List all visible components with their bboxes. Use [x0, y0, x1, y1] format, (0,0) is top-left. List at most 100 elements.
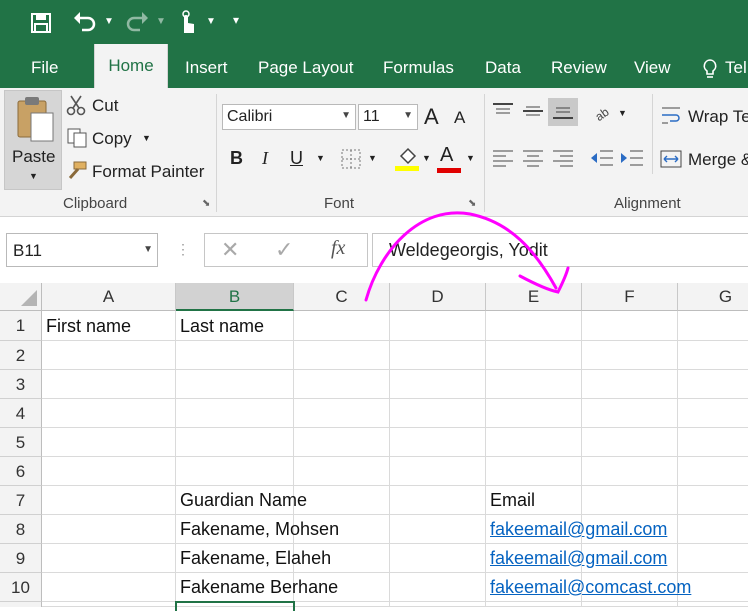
tab-insert[interactable]: Insert: [185, 58, 228, 78]
tab-file[interactable]: File: [31, 58, 58, 78]
column-header-c[interactable]: C: [294, 283, 390, 311]
grid-cell[interactable]: [176, 370, 294, 399]
grid-cell[interactable]: [42, 486, 176, 515]
borders-icon[interactable]: [340, 148, 362, 175]
column-header-a[interactable]: A: [42, 283, 176, 311]
underline-dropdown-icon[interactable]: ▼: [316, 153, 325, 163]
grid-cell[interactable]: [582, 428, 678, 457]
cell-e8[interactable]: fakeemail@gmail.com: [486, 515, 667, 544]
grid-cell[interactable]: [42, 428, 176, 457]
grid-cell[interactable]: [678, 341, 748, 370]
grid-cell[interactable]: [176, 341, 294, 370]
wrap-text-icon[interactable]: [660, 105, 682, 132]
font-color-button[interactable]: A: [440, 144, 453, 167]
italic-button[interactable]: I: [262, 148, 268, 169]
grid-cell[interactable]: [678, 457, 748, 486]
undo-icon[interactable]: [72, 10, 98, 38]
customize-qat-icon[interactable]: ▾: [233, 10, 239, 30]
align-center-icon[interactable]: [522, 148, 544, 173]
grid-cell[interactable]: [582, 602, 678, 607]
grid-cell[interactable]: [582, 341, 678, 370]
copy-dropdown-icon[interactable]: ▼: [142, 133, 151, 143]
grid-cell[interactable]: [42, 457, 176, 486]
cut-icon[interactable]: [66, 94, 86, 121]
redo-dropdown-icon[interactable]: ▼: [156, 12, 166, 32]
cell-b7[interactable]: Guardian Name: [176, 486, 307, 515]
format-painter-button[interactable]: Format Painter: [92, 162, 204, 182]
shrink-font-button[interactable]: A: [454, 108, 465, 128]
row-header-10[interactable]: 10: [0, 573, 42, 602]
orientation-icon[interactable]: ab: [592, 102, 614, 127]
grid-cell[interactable]: [486, 602, 582, 607]
touch-dropdown-icon[interactable]: ▼: [206, 12, 216, 32]
formula-input[interactable]: Weldegeorgis, Yodit: [372, 233, 748, 267]
grid-cell[interactable]: [486, 457, 582, 486]
grid-cell[interactable]: [678, 515, 748, 544]
font-color-dropdown-icon[interactable]: ▼: [466, 153, 475, 163]
grid-cell[interactable]: [678, 399, 748, 428]
grid-cell[interactable]: [582, 457, 678, 486]
orientation-dropdown-icon[interactable]: ▼: [618, 108, 627, 118]
bold-button[interactable]: B: [230, 148, 243, 169]
tab-review[interactable]: Review: [551, 58, 607, 78]
grid-cell[interactable]: [176, 399, 294, 428]
fill-color-dropdown-icon[interactable]: ▼: [422, 153, 431, 163]
top-align-icon[interactable]: [492, 102, 514, 123]
grid-cell[interactable]: [486, 399, 582, 428]
format-painter-icon[interactable]: [64, 160, 88, 187]
grid-cell[interactable]: [294, 486, 390, 515]
grid-cell[interactable]: [582, 370, 678, 399]
grid-cell[interactable]: [42, 515, 176, 544]
column-header-d[interactable]: D: [390, 283, 486, 311]
clipboard-launcher-icon[interactable]: ⬊: [202, 198, 210, 209]
underline-button[interactable]: U: [290, 148, 303, 169]
decrease-indent-icon[interactable]: [590, 148, 614, 173]
grid-cell[interactable]: [390, 370, 486, 399]
merge-center-icon[interactable]: [660, 148, 682, 175]
grid-cell[interactable]: [582, 399, 678, 428]
grid-cell[interactable]: [42, 370, 176, 399]
grid-cell[interactable]: [294, 399, 390, 428]
name-box[interactable]: B11 ▼: [6, 233, 158, 267]
middle-align-icon[interactable]: [522, 102, 544, 123]
row-header-8[interactable]: 8: [0, 515, 42, 544]
grid-cell[interactable]: [678, 486, 748, 515]
undo-dropdown-icon[interactable]: ▼: [104, 12, 114, 32]
grid-cell[interactable]: [176, 428, 294, 457]
fill-color-icon[interactable]: [395, 146, 421, 177]
grid-cell[interactable]: [390, 399, 486, 428]
grid-cell[interactable]: [678, 311, 748, 341]
grid-cell[interactable]: [390, 602, 486, 607]
grid-cell[interactable]: [42, 341, 176, 370]
grid-cell[interactable]: [678, 602, 748, 607]
tab-home[interactable]: Home: [94, 44, 168, 88]
cancel-entry-icon[interactable]: ✕: [221, 237, 239, 263]
grid-cell[interactable]: [176, 457, 294, 486]
font-size-combo[interactable]: 11 ▼: [358, 104, 418, 130]
tab-formulas[interactable]: Formulas: [383, 58, 454, 78]
grid-cell[interactable]: [582, 486, 678, 515]
cut-button[interactable]: Cut: [92, 96, 118, 116]
grid-cell[interactable]: [294, 311, 390, 341]
row-header-2[interactable]: 2: [0, 341, 42, 370]
grid-cell[interactable]: [582, 311, 678, 341]
grid-cell[interactable]: [42, 602, 176, 607]
grid-cell[interactable]: [390, 341, 486, 370]
cell-e10[interactable]: fakeemail@comcast.com: [486, 573, 691, 602]
grid-cell[interactable]: [486, 370, 582, 399]
grid-cell[interactable]: [390, 311, 486, 341]
grow-font-button[interactable]: A: [424, 104, 439, 130]
selected-cell-b11[interactable]: [175, 601, 295, 611]
font-name-combo[interactable]: Calibri ▼: [222, 104, 356, 130]
grid-cell[interactable]: [678, 428, 748, 457]
grid-cell[interactable]: [390, 428, 486, 457]
cell-b10[interactable]: Fakename Berhane: [176, 573, 338, 602]
cell-b9[interactable]: Fakename, Elaheh: [176, 544, 331, 573]
paste-button[interactable]: Paste ▼: [4, 90, 62, 190]
grid-cell[interactable]: [294, 457, 390, 486]
grid-cell[interactable]: [294, 602, 390, 607]
cell-b1[interactable]: Last name: [176, 311, 294, 341]
row-header-11[interactable]: [0, 602, 42, 607]
redo-icon[interactable]: [124, 10, 150, 38]
cell-e9[interactable]: fakeemail@gmail.com: [486, 544, 667, 573]
